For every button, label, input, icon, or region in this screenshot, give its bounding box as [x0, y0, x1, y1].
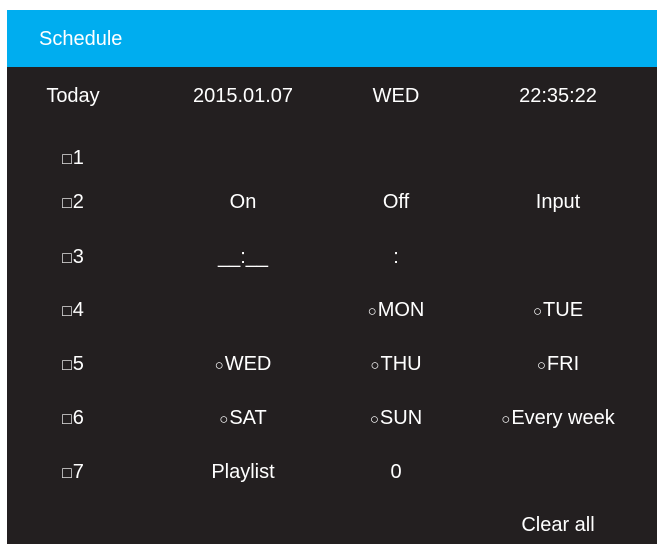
checkbox-icon: □	[62, 250, 72, 267]
checkbox-icon: □	[62, 411, 72, 428]
every-week-radio[interactable]: ○Every week	[501, 406, 614, 432]
day-sun-radio[interactable]: ○SUN	[370, 406, 422, 432]
radio-icon: ○	[367, 303, 377, 320]
schedule-2-checkbox[interactable]: □2	[62, 190, 84, 216]
day-label: SAT	[229, 407, 267, 429]
schedule-6-checkbox[interactable]: □6	[62, 406, 84, 432]
radio-icon: ○	[536, 357, 546, 374]
off-time-option[interactable]: Off	[383, 190, 409, 214]
day-thu-radio[interactable]: ○THU	[370, 352, 421, 378]
off-time-field[interactable]: :	[393, 245, 399, 269]
radio-icon: ○	[219, 411, 229, 428]
schedule-5-checkbox[interactable]: □5	[62, 352, 84, 378]
today-label: Today	[46, 85, 100, 107]
radio-icon: ○	[214, 357, 224, 374]
radio-icon: ○	[370, 357, 380, 374]
schedule-number: 3	[72, 246, 84, 268]
playlist-label: Playlist	[211, 461, 275, 483]
schedule-7-checkbox[interactable]: □7	[62, 460, 84, 486]
radio-icon: ○	[501, 411, 511, 428]
day-mon-radio[interactable]: ○MON	[368, 298, 425, 324]
day-tue-radio[interactable]: ○TUE	[533, 298, 583, 324]
checkbox-icon: □	[62, 195, 72, 212]
schedule-number: 2	[72, 191, 84, 213]
radio-icon: ○	[532, 303, 543, 320]
schedule-1-checkbox[interactable]: □1	[62, 146, 84, 172]
radio-icon: ○	[369, 411, 379, 428]
current-date: 2015.01.07	[192, 85, 294, 107]
schedule-number: 1	[72, 147, 84, 169]
day-label: WED	[224, 353, 272, 375]
day-wed-radio[interactable]: ○WED	[215, 352, 272, 378]
day-label: THU	[380, 353, 422, 375]
schedule-number: 7	[72, 461, 84, 483]
on-time-field[interactable]: __:__	[218, 245, 268, 269]
schedule-3-checkbox[interactable]: □3	[62, 245, 84, 271]
day-label: MON	[377, 299, 425, 321]
checkbox-icon: □	[62, 151, 72, 168]
input-option[interactable]: Input	[536, 190, 580, 214]
on-time-option[interactable]: On	[230, 190, 257, 214]
schedule-number: 4	[72, 299, 84, 321]
current-time: 22:35:22	[519, 85, 597, 107]
current-weekday: WED	[372, 85, 420, 107]
day-label: Every week	[511, 407, 615, 429]
schedule-panel: Schedule Today 2015.01.07 WED 22:35:22 □…	[7, 10, 657, 544]
day-label: SUN	[379, 407, 423, 429]
playlist-value[interactable]: 0	[390, 460, 401, 484]
day-label: FRI	[546, 353, 580, 375]
day-label: TUE	[543, 299, 584, 321]
schedule-4-checkbox[interactable]: □4	[62, 298, 84, 324]
checkbox-icon: □	[62, 303, 72, 320]
clear-all-button[interactable]: Clear all	[521, 513, 594, 537]
checkbox-icon: □	[62, 357, 72, 374]
header-bar: Schedule	[7, 10, 657, 67]
schedule-number: 6	[72, 407, 84, 429]
day-fri-radio[interactable]: ○FRI	[537, 352, 579, 378]
day-sat-radio[interactable]: ○SAT	[219, 406, 266, 432]
checkbox-icon: □	[62, 465, 72, 482]
page-title: Schedule	[39, 28, 123, 50]
schedule-number: 5	[72, 353, 84, 375]
